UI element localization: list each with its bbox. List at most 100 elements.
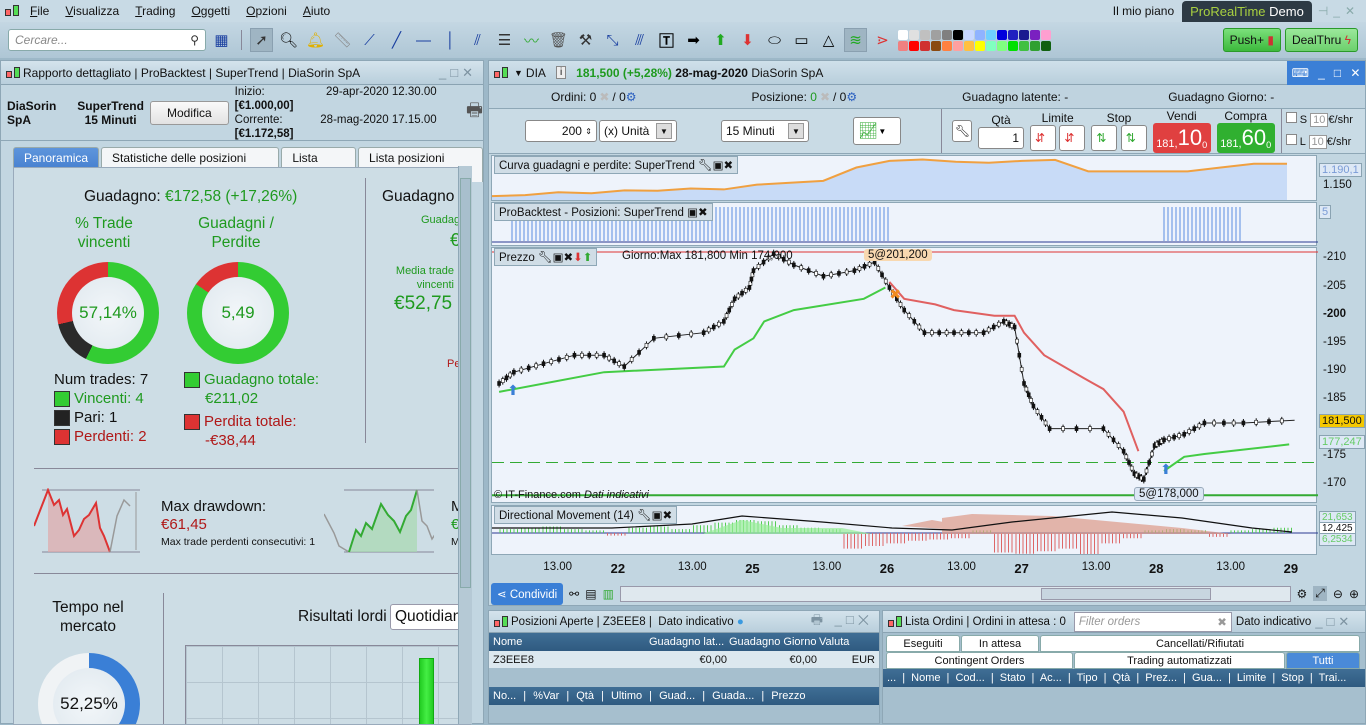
- push-plus-button[interactable]: Push+ ▮: [1222, 28, 1281, 52]
- fibonacci-icon[interactable]: ☰: [493, 28, 516, 52]
- print-icon[interactable]: 🖶: [466, 98, 483, 128]
- segment-icon[interactable]: ⟋: [358, 28, 381, 52]
- unit-select[interactable]: (x) Unità ▼: [599, 120, 677, 142]
- settings-gear-icon[interactable]: ⚙: [846, 90, 857, 104]
- search-icon[interactable]: ⚲: [190, 33, 199, 47]
- menu-opzioni[interactable]: Opzioni: [246, 4, 287, 18]
- limit-sell-button[interactable]: ⇵: [1059, 125, 1086, 151]
- color-swatch[interactable]: [975, 40, 985, 51]
- wrench-icon[interactable]: 🔧︎: [952, 120, 972, 142]
- table-icon[interactable]: ▤: [585, 587, 596, 601]
- tab-tutti[interactable]: Tutti: [1286, 652, 1360, 669]
- stop-buy-button[interactable]: ⇅: [1091, 125, 1118, 151]
- timeframe-select[interactable]: 15 Minuti ▼: [721, 120, 809, 142]
- color-swatch[interactable]: [997, 29, 1007, 40]
- menu-oggetti[interactable]: Oggetti: [191, 4, 230, 18]
- close-position-icon[interactable]: ✖: [820, 90, 830, 104]
- color-swatch[interactable]: [898, 40, 908, 51]
- symbol-dropdown-icon[interactable]: ▼: [514, 68, 523, 78]
- color-swatch[interactable]: [1030, 40, 1040, 51]
- dealthru-button[interactable]: DealThru ϟ: [1284, 28, 1358, 52]
- report-scrollbar[interactable]: [458, 166, 472, 724]
- color-swatch[interactable]: [931, 29, 941, 40]
- modify-button[interactable]: Modifica: [149, 100, 229, 125]
- arrow-down-icon[interactable]: ⬇: [736, 28, 759, 52]
- color-swatch[interactable]: [964, 29, 974, 40]
- wrench-icon[interactable]: 🔧︎: [637, 510, 652, 522]
- color-swatch[interactable]: [909, 29, 919, 40]
- ruler-icon[interactable]: 📏︎: [331, 28, 354, 52]
- tools-icon[interactable]: ⚒: [574, 28, 597, 52]
- color-swatch[interactable]: [986, 40, 996, 51]
- time-scrollbar[interactable]: [619, 585, 1291, 602]
- triangle-icon[interactable]: △: [817, 28, 840, 52]
- color-swatch[interactable]: [975, 29, 985, 40]
- clear-icon[interactable]: ✖: [1217, 615, 1227, 629]
- close-icon[interactable]: ✖: [698, 207, 708, 219]
- stop-sell-button[interactable]: ⇅: [1120, 125, 1147, 151]
- tab-in-attesa[interactable]: In attesa: [961, 635, 1039, 652]
- vertical-line-icon[interactable]: │: [439, 28, 462, 52]
- scrollbar-thumb[interactable]: [1040, 587, 1211, 600]
- wedge-icon[interactable]: ⋗: [871, 28, 894, 52]
- keyboard-icon[interactable]: ⌨: [1292, 66, 1309, 80]
- close-icon[interactable]: ✖: [724, 160, 734, 172]
- zoom-in-icon[interactable]: ⊕: [1349, 587, 1359, 601]
- tab-eseguiti[interactable]: Eseguiti: [886, 635, 960, 652]
- maximize-icon[interactable]: ▣: [687, 207, 698, 219]
- menu-aiuto[interactable]: Aiuto: [303, 4, 330, 18]
- s-distance-input[interactable]: 10: [1310, 113, 1329, 127]
- color-swatch[interactable]: [1019, 29, 1029, 40]
- color-swatch[interactable]: [1041, 29, 1051, 40]
- channel-icon[interactable]: ⫽: [466, 28, 489, 52]
- color-swatch[interactable]: [898, 29, 908, 40]
- trash-icon[interactable]: 🗑︎: [547, 28, 570, 52]
- pointer-icon[interactable]: ➚: [250, 28, 273, 52]
- share-button[interactable]: ⋖ Condividi: [491, 582, 564, 605]
- alert-bell-icon[interactable]: 🔔︎: [304, 28, 327, 52]
- trendline-icon[interactable]: ⤡: [601, 28, 624, 52]
- color-swatch[interactable]: [1019, 40, 1029, 51]
- color-swatch[interactable]: [997, 40, 1007, 51]
- line-icon[interactable]: ╱: [385, 28, 408, 52]
- parallel-icon[interactable]: ⫻: [628, 28, 651, 52]
- scrollbar-thumb[interactable]: [460, 178, 471, 588]
- tab-contingent[interactable]: Contingent Orders: [886, 652, 1073, 669]
- color-swatch[interactable]: [942, 40, 952, 51]
- search-input[interactable]: Cercare... ⚲: [8, 29, 206, 51]
- color-swatch[interactable]: [1041, 40, 1051, 51]
- position-row[interactable]: Z3EEE8 €0,00 €0,00 EUR: [489, 651, 879, 668]
- channel-trend-icon[interactable]: ≋: [844, 28, 867, 52]
- settings-icon[interactable]: ⚙: [1297, 587, 1308, 601]
- color-palette[interactable]: [898, 29, 1051, 51]
- filter-orders-input[interactable]: Filter orders ✖: [1073, 611, 1232, 632]
- color-swatch[interactable]: [1008, 40, 1018, 51]
- cancel-orders-icon[interactable]: ✖: [599, 90, 609, 104]
- close-icon[interactable]: ✖: [563, 252, 573, 264]
- window-controls[interactable]: _□✕: [439, 65, 477, 81]
- zoom-icon[interactable]: 🔍︎: [277, 28, 300, 52]
- rectangle-icon[interactable]: ▭: [790, 28, 813, 52]
- horizontal-line-icon[interactable]: —: [412, 28, 435, 52]
- window-controls[interactable]: 🖶 _□✕: [811, 611, 873, 633]
- wrench-icon[interactable]: 🔧︎: [538, 252, 553, 264]
- tab-trading-automatizzati[interactable]: Trading automatizzati: [1074, 652, 1285, 669]
- color-swatch[interactable]: [942, 29, 952, 40]
- menu-file[interactable]: File: [30, 4, 49, 18]
- new-chart-icon[interactable]: ▦: [210, 28, 233, 52]
- maximize-icon[interactable]: ▣: [713, 160, 724, 172]
- color-swatch[interactable]: [931, 40, 941, 51]
- window-controls[interactable]: ⊣_✕: [1318, 4, 1360, 18]
- color-swatch[interactable]: [953, 29, 963, 40]
- limit-buy-button[interactable]: ⇵: [1030, 125, 1056, 151]
- sell-arrow-icon[interactable]: ⬇: [573, 252, 583, 264]
- window-controls[interactable]: _□✕: [1315, 614, 1353, 630]
- quantity-stepper[interactable]: 200 ⇕: [525, 120, 597, 142]
- limit-checkbox[interactable]: [1285, 134, 1297, 145]
- info-icon[interactable]: i: [555, 66, 567, 79]
- tab-cancellati[interactable]: Cancellati/Rifiutati: [1040, 635, 1360, 652]
- wrench-icon[interactable]: 🔧︎: [698, 160, 713, 172]
- buy-arrow-icon[interactable]: ⬆: [583, 252, 593, 264]
- zoom-out-icon[interactable]: ⊖: [1333, 587, 1343, 601]
- maximize-icon[interactable]: ▣: [553, 252, 564, 264]
